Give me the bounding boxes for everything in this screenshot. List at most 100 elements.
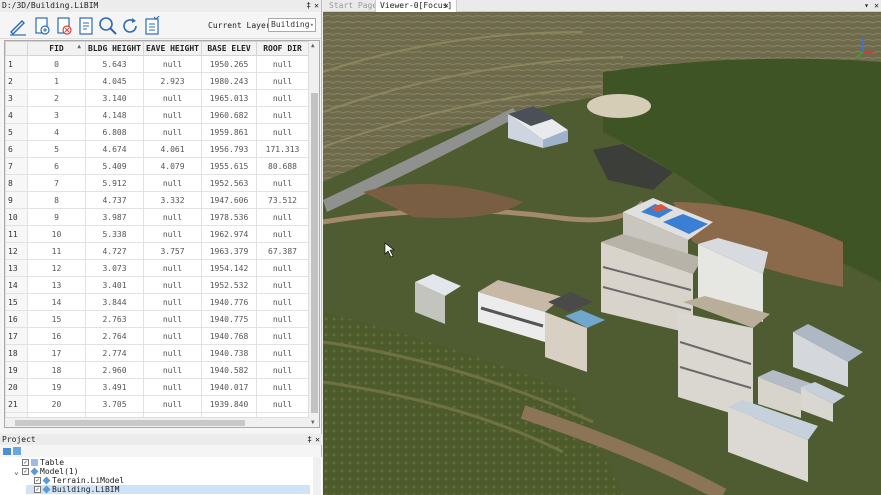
- table-cell[interactable]: 2.764: [85, 327, 144, 345]
- table-cell[interactable]: 1955.615: [201, 157, 257, 175]
- row-number[interactable]: 18: [5, 344, 28, 362]
- row-number[interactable]: 14: [5, 276, 28, 294]
- table-cell[interactable]: 1940.582: [201, 361, 257, 379]
- row-number[interactable]: 17: [5, 327, 28, 345]
- table-row[interactable]: 5 4 6.808 null 1959.861 null: [5, 123, 309, 141]
- table-cell[interactable]: 13: [27, 276, 86, 294]
- tree-checkbox[interactable]: ✓: [34, 486, 41, 493]
- table-cell[interactable]: 0: [27, 55, 86, 73]
- row-number[interactable]: 15: [5, 293, 28, 311]
- table-cell[interactable]: null: [143, 395, 202, 413]
- table-cell[interactable]: 1952.532: [201, 276, 257, 294]
- table-cell[interactable]: null: [256, 72, 309, 90]
- table-row[interactable]: 6 5 4.674 4.061 1956.793 171.313: [5, 140, 309, 158]
- table-cell[interactable]: 2.763: [85, 310, 144, 328]
- row-number[interactable]: 20: [5, 378, 28, 396]
- row-number[interactable]: 5: [5, 123, 28, 141]
- row-number[interactable]: 11: [5, 225, 28, 243]
- table-cell[interactable]: null: [256, 293, 309, 311]
- table-row[interactable]: 16 15 2.763 null 1940.775 null: [5, 310, 309, 328]
- table-cell[interactable]: 14: [27, 293, 86, 311]
- scroll-up-icon[interactable]: ▲: [311, 42, 315, 49]
- table-cell[interactable]: null: [143, 378, 202, 396]
- table-cell[interactable]: 3.332: [143, 191, 202, 209]
- table-cell[interactable]: null: [256, 395, 309, 413]
- table-cell[interactable]: 1940.776: [201, 293, 257, 311]
- table-cell[interactable]: 2: [27, 89, 86, 107]
- row-number[interactable]: 4: [5, 106, 28, 124]
- table-cell[interactable]: 10: [27, 225, 86, 243]
- table-cell[interactable]: 1940.775: [201, 310, 257, 328]
- table-row[interactable]: 15 14 3.844 null 1940.776 null: [5, 293, 309, 311]
- checklist-icon[interactable]: [142, 16, 162, 36]
- current-layer-select[interactable]: Building ▾: [268, 18, 316, 32]
- pin-icon[interactable]: ‡: [306, 0, 311, 12]
- table-cell[interactable]: null: [143, 106, 202, 124]
- table-cell[interactable]: null: [256, 259, 309, 277]
- table-cell[interactable]: null: [143, 327, 202, 345]
- row-number[interactable]: 1: [5, 55, 28, 73]
- table-cell[interactable]: 19: [27, 378, 86, 396]
- search-icon[interactable]: [98, 16, 118, 36]
- table-cell[interactable]: 3.757: [143, 242, 202, 260]
- table-cell[interactable]: 1959.861: [201, 123, 257, 141]
- table-row[interactable]: 3 2 3.140 null 1965.013 null: [5, 89, 309, 107]
- row-number[interactable]: 21: [5, 395, 28, 413]
- table-cell[interactable]: 3.844: [85, 293, 144, 311]
- table-cell[interactable]: 17: [27, 344, 86, 362]
- tree-expander-icon[interactable]: ⌄: [14, 467, 22, 476]
- table-cell[interactable]: 5.643: [85, 55, 144, 73]
- table-cell[interactable]: 2.774: [85, 344, 144, 362]
- table-cell[interactable]: 16: [27, 327, 86, 345]
- tree-node[interactable]: ✓ Building.LiBIM: [26, 485, 310, 494]
- tree-checkbox[interactable]: ✓: [22, 459, 29, 466]
- tree-checkbox[interactable]: ✓: [34, 477, 41, 484]
- tree-scrollbar[interactable]: [313, 457, 321, 495]
- table-row[interactable]: 18 17 2.774 null 1940.738 null: [5, 344, 309, 362]
- table-cell[interactable]: 1939.840: [201, 395, 257, 413]
- table-row[interactable]: 21 20 3.705 null 1939.840 null: [5, 395, 309, 413]
- table-row[interactable]: 10 9 3.987 null 1978.536 null: [5, 208, 309, 226]
- table-cell[interactable]: 1980.243: [201, 72, 257, 90]
- row-number[interactable]: 7: [5, 157, 28, 175]
- table-cell[interactable]: 1940.738: [201, 344, 257, 362]
- table-row[interactable]: 13 12 3.073 null 1954.142 null: [5, 259, 309, 277]
- table-cell[interactable]: null: [143, 310, 202, 328]
- table-cell[interactable]: null: [143, 174, 202, 192]
- row-number-header[interactable]: [5, 41, 28, 56]
- table-cell[interactable]: null: [256, 55, 309, 73]
- table-cell[interactable]: 3.073: [85, 259, 144, 277]
- table-cell[interactable]: null: [256, 208, 309, 226]
- table-cell[interactable]: 5.912: [85, 174, 144, 192]
- table-cell[interactable]: 4.045: [85, 72, 144, 90]
- scroll-down-icon[interactable]: ▼: [311, 419, 315, 426]
- table-cell[interactable]: null: [256, 89, 309, 107]
- pin-icon[interactable]: ‡: [307, 434, 312, 445]
- table-row[interactable]: 19 18 2.960 null 1940.582 null: [5, 361, 309, 379]
- column-header[interactable]: ROOF DIR: [256, 41, 309, 56]
- row-number[interactable]: 12: [5, 242, 28, 260]
- table-cell[interactable]: null: [143, 123, 202, 141]
- table-cell[interactable]: 4.079: [143, 157, 202, 175]
- table-cell[interactable]: 4.148: [85, 106, 144, 124]
- table-cell[interactable]: 12: [27, 259, 86, 277]
- row-number[interactable]: 8: [5, 174, 28, 192]
- table-cell[interactable]: 5.409: [85, 157, 144, 175]
- table-cell[interactable]: 5: [27, 140, 86, 158]
- table-cell[interactable]: null: [143, 89, 202, 107]
- table-cell[interactable]: null: [143, 55, 202, 73]
- table-cell[interactable]: 1956.793: [201, 140, 257, 158]
- table-cell[interactable]: 1962.974: [201, 225, 257, 243]
- table-cell[interactable]: 4: [27, 123, 86, 141]
- table-row[interactable]: 7 6 5.409 4.079 1955.615 80.688: [5, 157, 309, 175]
- table-cell[interactable]: 3.705: [85, 395, 144, 413]
- refresh-icon[interactable]: [120, 16, 140, 36]
- table-cell[interactable]: 1: [27, 72, 86, 90]
- tree-node[interactable]: ✓ Table: [14, 458, 310, 467]
- edit-icon[interactable]: [8, 16, 28, 36]
- column-header[interactable]: EAVE HEIGHT: [143, 41, 202, 56]
- table-cell[interactable]: 3.140: [85, 89, 144, 107]
- table-cell[interactable]: 1950.265: [201, 55, 257, 73]
- table-cell[interactable]: 1960.682: [201, 106, 257, 124]
- table-cell[interactable]: 18: [27, 361, 86, 379]
